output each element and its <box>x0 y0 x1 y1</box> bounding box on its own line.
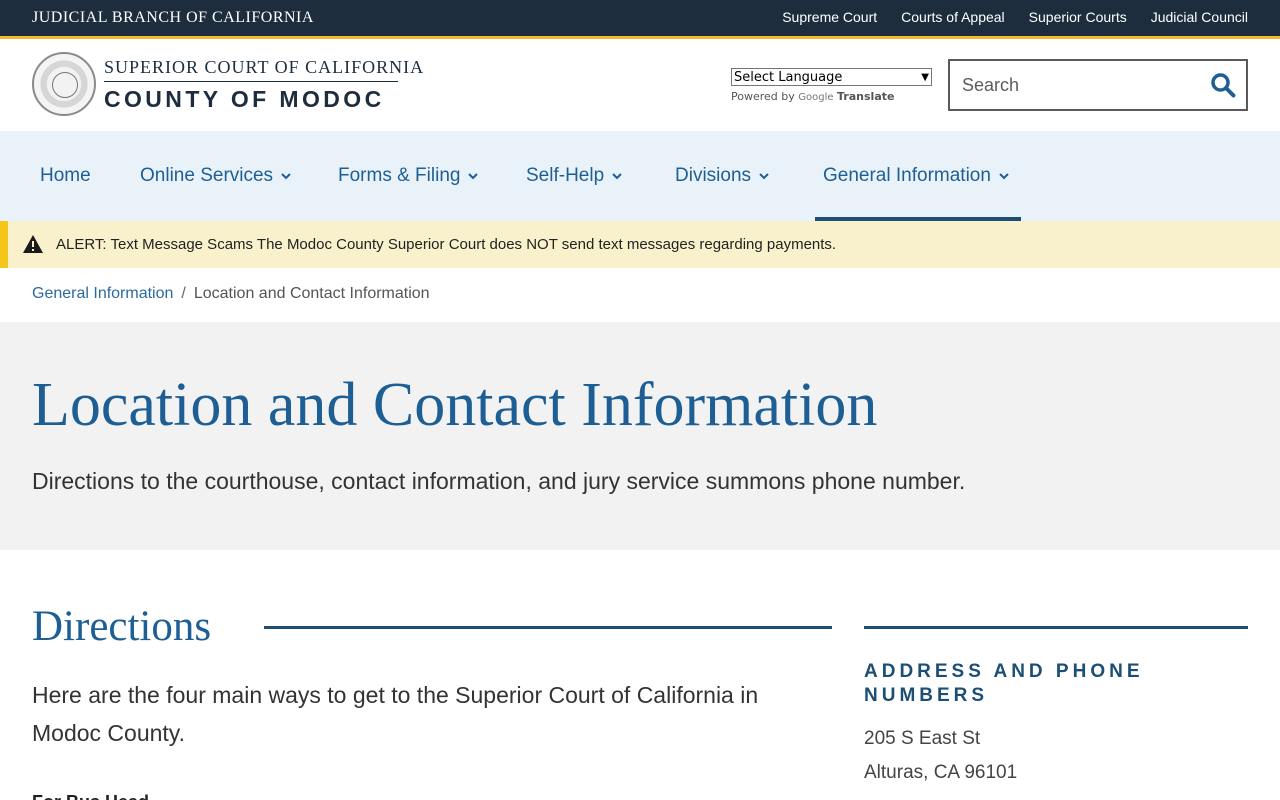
chevron-down-icon <box>281 173 291 180</box>
nav-item-online-services[interactable]: Online Services <box>140 131 292 221</box>
address-line1: 205 S East St <box>864 728 981 749</box>
google-translate: Select Language ▼ Powered by Google Tran… <box>731 68 932 103</box>
nav-item-divisions[interactable]: Divisions <box>675 131 770 221</box>
search-input[interactable]: Search <box>948 59 1248 111</box>
language-select[interactable]: Select Language ▼ <box>731 68 932 86</box>
language-select-value: Select Language <box>734 69 843 85</box>
search-icon[interactable] <box>1210 72 1236 98</box>
chevron-down-icon <box>612 173 622 180</box>
sidebar-heading: ADDRESS AND PHONE NUMBERS <box>864 661 1144 706</box>
nav-item-self-help[interactable]: Self-Help <box>526 131 623 221</box>
directions-heading: Directions <box>32 603 212 650</box>
chevron-down-icon <box>759 173 769 180</box>
sidebar-divider <box>864 626 1248 629</box>
court-name-line1[interactable]: SUPERIOR COURT OF CALIFORNIA <box>104 57 424 78</box>
powered-by: Powered by Google Translate <box>731 90 895 103</box>
link-courts-of-appeal[interactable]: Courts of Appeal <box>901 9 1005 25</box>
search-placeholder: Search <box>962 75 1020 95</box>
court-seal-icon[interactable] <box>32 52 96 116</box>
breadcrumb-current: Location and Contact Information <box>193 285 430 302</box>
top-links: Supreme Court Courts of Appeal Superior … <box>782 9 1248 25</box>
breadcrumb-separator: / <box>181 285 186 302</box>
google-logo-icon: Google <box>798 92 834 103</box>
site-header: SUPERIOR COURT OF CALIFORNIA COUNTY OF M… <box>0 39 1280 131</box>
page-title: Location and Contact Information <box>32 371 878 439</box>
chevron-down-icon <box>999 173 1009 180</box>
chevron-down-icon: ▼ <box>921 71 929 83</box>
link-supreme-court[interactable]: Supreme Court <box>782 9 877 25</box>
court-name-line2[interactable]: COUNTY OF MODOC <box>104 86 385 113</box>
address-line2: Alturas, CA 96101 <box>864 762 1018 783</box>
link-judicial-council[interactable]: Judicial Council <box>1151 9 1248 25</box>
court-name-divider <box>104 81 398 82</box>
directions-intro: Here are the four main ways to get to th… <box>32 682 759 746</box>
main-nav: Home Online Services Forms & Filing Self… <box>0 131 1280 221</box>
page-hero: Location and Contact Information Directi… <box>0 322 1280 550</box>
breadcrumb-parent-link[interactable]: General Information <box>32 285 173 303</box>
nav-item-forms-filing[interactable]: Forms & Filing <box>338 131 479 221</box>
translate-link[interactable]: Translate <box>837 90 894 103</box>
page-subtitle: Directions to the courthouse, contact in… <box>32 468 966 494</box>
nav-item-home[interactable]: Home <box>40 131 91 221</box>
breadcrumb: General Information / Location and Conta… <box>32 285 430 303</box>
link-superior-courts[interactable]: Superior Courts <box>1029 9 1127 25</box>
judicial-branch-label: JUDICIAL BRANCH OF CALIFORNIA <box>32 9 314 26</box>
directions-divider <box>264 626 832 629</box>
alert-text[interactable]: ALERT: Text Message Scams The Modoc Coun… <box>56 236 836 253</box>
directions-subhead: For Bus Head... <box>32 792 164 800</box>
nav-item-general-information[interactable]: General Information <box>823 131 1010 221</box>
warning-icon <box>23 235 43 253</box>
chevron-down-icon <box>468 173 479 180</box>
alert-banner: ALERT: Text Message Scams The Modoc Coun… <box>0 221 1280 268</box>
top-utility-bar: JUDICIAL BRANCH OF CALIFORNIA Supreme Co… <box>0 0 1280 36</box>
